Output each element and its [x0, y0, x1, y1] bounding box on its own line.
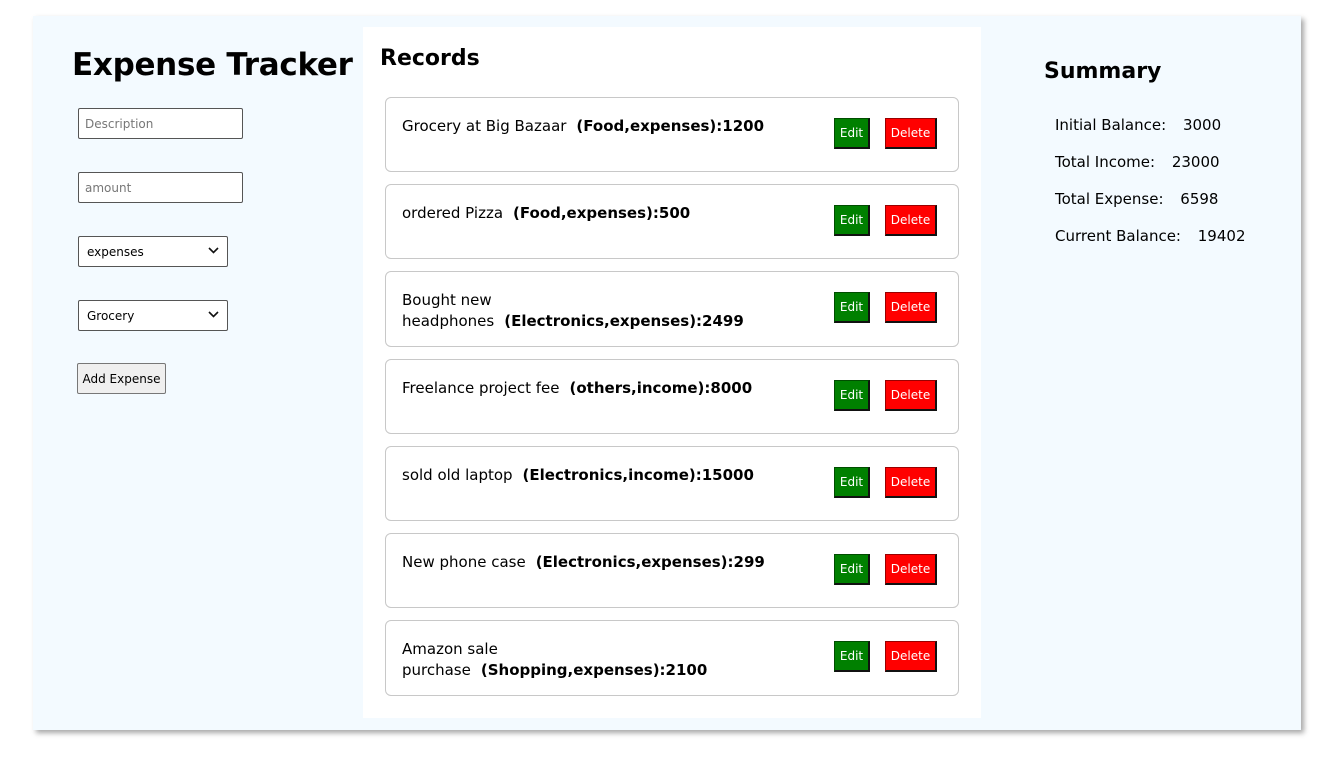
delete-button[interactable]: Delete: [885, 380, 937, 411]
record-category-amount: (Shopping,expenses):2100: [480, 661, 708, 679]
type-select-value: expenses: [87, 244, 144, 259]
edit-button[interactable]: Edit: [834, 467, 870, 498]
record-item: ordered Pizza (Food,expenses):500 Edit De…: [385, 184, 959, 259]
delete-button[interactable]: Delete: [885, 205, 937, 236]
delete-button[interactable]: Delete: [885, 641, 937, 672]
total-income-row: Total Income: 23000: [1055, 153, 1220, 171]
record-text: New phone case (Electronics,expenses):299: [402, 552, 822, 573]
total-expense-value: 6598: [1180, 190, 1219, 208]
description-input[interactable]: [78, 108, 243, 139]
delete-button[interactable]: Delete: [885, 118, 937, 149]
chevron-down-icon: [208, 310, 219, 321]
record-text: Grocery at Big Bazaar (Food,expenses):120…: [402, 116, 822, 137]
total-income-label: Total Income:: [1055, 153, 1156, 171]
record-category-amount: (Electronics,income):15000: [522, 466, 754, 484]
record-text: ordered Pizza (Food,expenses):500: [402, 203, 822, 224]
record-category-amount: (others,income):8000: [569, 379, 753, 397]
records-title: Records: [380, 46, 480, 71]
initial-balance-value: 3000: [1182, 116, 1222, 134]
record-category-amount: (Food,expenses):500: [513, 204, 691, 222]
chevron-down-icon: [208, 246, 219, 257]
edit-button[interactable]: Edit: [834, 554, 870, 585]
record-item: Freelance project fee (others,income):800…: [385, 359, 959, 434]
summary-panel: Summary Initial Balance: 3000 Total Inco…: [1033, 16, 1301, 730]
current-balance-row: Current Balance: 19402: [1055, 227, 1245, 245]
record-description: Grocery at Big Bazaar: [402, 117, 567, 135]
record-description: sold old laptop: [402, 466, 513, 484]
category-select-value: Grocery: [87, 308, 135, 323]
initial-balance-row: Initial Balance: 3000: [1055, 116, 1221, 134]
delete-button[interactable]: Delete: [885, 554, 937, 585]
edit-button[interactable]: Edit: [834, 292, 870, 323]
record-text: Amazon sale purchase (Shopping,expenses):…: [402, 639, 707, 681]
record-text: sold old laptop (Electronics,income):1500…: [402, 465, 822, 486]
record-category-amount: (Food,expenses):1200: [576, 117, 765, 135]
total-expense-row: Total Expense: 6598: [1055, 190, 1218, 208]
record-item: sold old laptop (Electronics,income):1500…: [385, 446, 959, 521]
edit-button[interactable]: Edit: [834, 641, 870, 672]
edit-button[interactable]: Edit: [834, 205, 870, 236]
records-panel: Records Grocery at Big Bazaar (Food,expen…: [363, 27, 981, 718]
record-description: ordered Pizza: [402, 204, 504, 222]
category-select[interactable]: Grocery: [78, 300, 228, 331]
app-container: Expense Tracker expenses Grocery Add Exp…: [33, 16, 1301, 730]
summary-title: Summary: [1044, 59, 1162, 84]
record-description: Freelance project fee: [402, 379, 560, 397]
record-item: Grocery at Big Bazaar (Food,expenses):120…: [385, 97, 959, 172]
app-title: Expense Tracker: [72, 47, 353, 83]
record-description: Bought new headphones: [402, 291, 495, 330]
delete-button[interactable]: Delete: [885, 292, 937, 323]
record-text: Bought new headphones (Electronics,expens…: [402, 290, 744, 332]
edit-button[interactable]: Edit: [834, 118, 870, 149]
delete-button[interactable]: Delete: [885, 467, 937, 498]
current-balance-label: Current Balance:: [1055, 227, 1181, 245]
type-select[interactable]: expenses: [78, 236, 228, 267]
expense-form: Expense Tracker expenses Grocery Add Exp…: [33, 16, 363, 730]
add-expense-button[interactable]: Add Expense: [77, 363, 166, 394]
record-category-amount: (Electronics,expenses):299: [535, 553, 765, 571]
total-income-value: 23000: [1171, 153, 1220, 171]
edit-button[interactable]: Edit: [834, 380, 870, 411]
record-item: Bought new headphones (Electronics,expens…: [385, 271, 959, 347]
current-balance-value: 19402: [1197, 227, 1246, 245]
record-item: Amazon sale purchase (Shopping,expenses):…: [385, 620, 959, 696]
record-category-amount: (Electronics,expenses):2499: [504, 312, 744, 330]
record-text: Freelance project fee (others,income):800…: [402, 378, 822, 399]
initial-balance-label: Initial Balance:: [1055, 116, 1167, 134]
amount-input[interactable]: [78, 172, 243, 203]
total-expense-label: Total Expense:: [1055, 190, 1164, 208]
record-description: New phone case: [402, 553, 526, 571]
record-item: New phone case (Electronics,expenses):299…: [385, 533, 959, 608]
